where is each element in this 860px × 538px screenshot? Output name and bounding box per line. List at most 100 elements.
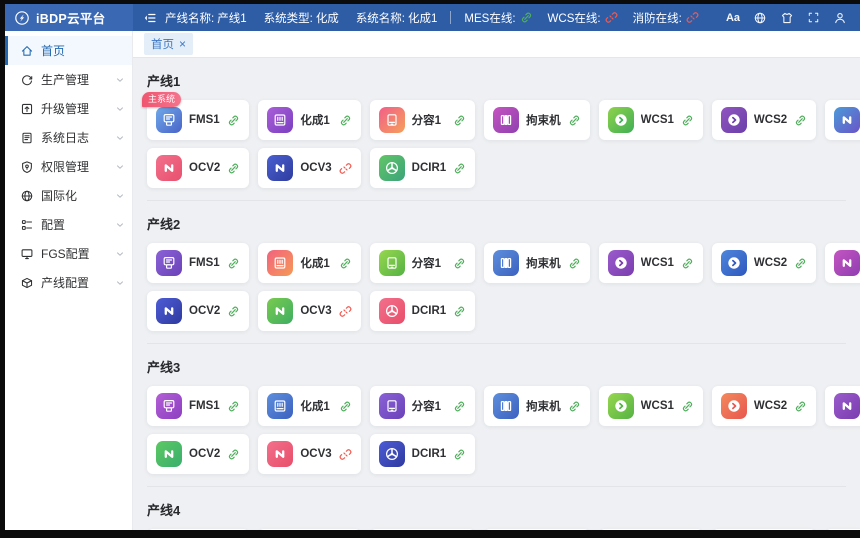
link-online-icon[interactable] [227, 400, 240, 413]
device-card[interactable]: WCS2 [712, 529, 816, 530]
link-online-icon[interactable] [681, 257, 694, 270]
main-system-badge: 主系统 [142, 92, 181, 107]
sidebar-item-production[interactable]: 生产管理 [5, 65, 132, 94]
link-online-icon[interactable] [453, 305, 466, 318]
ocv-icon [834, 393, 860, 419]
link-broken-icon[interactable] [339, 162, 352, 175]
device-card[interactable]: OCV2 [147, 148, 249, 188]
link-online-icon[interactable] [681, 114, 694, 127]
link-online-icon[interactable] [568, 257, 581, 270]
user-icon[interactable] [833, 11, 847, 25]
device-card[interactable]: DCIR1 [370, 148, 476, 188]
link-online-icon[interactable] [227, 257, 240, 270]
device-card[interactable]: 拘束机 [484, 529, 590, 530]
device-card[interactable]: OCV3 [258, 291, 360, 331]
link-online-icon[interactable] [794, 114, 807, 127]
link-online-icon[interactable] [568, 400, 581, 413]
link-online-icon[interactable] [568, 114, 581, 127]
link-online-icon[interactable] [227, 114, 240, 127]
sidebar-item-fgs-config[interactable]: FGS配置 [5, 239, 132, 268]
link-online-icon[interactable] [227, 162, 240, 175]
globe-icon [20, 189, 34, 203]
header-status-item: WCS在线: [548, 10, 618, 26]
device-card[interactable]: 拘束机 [484, 243, 590, 283]
device-card[interactable]: 化成1 [258, 529, 360, 530]
device-card[interactable]: FMS1 [147, 386, 249, 426]
link-online-icon[interactable] [794, 400, 807, 413]
tab-home[interactable]: 首页 × [144, 33, 193, 55]
sidebar-item-i18n[interactable]: 国际化 [5, 181, 132, 210]
sidebar-item-upgrade[interactable]: 升级管理 [5, 94, 132, 123]
wcs-icon [721, 393, 747, 419]
link-broken-icon[interactable] [339, 305, 352, 318]
device-card[interactable]: WCS2 [712, 243, 816, 283]
device-name: WCS2 [754, 400, 787, 412]
ocv-icon [267, 155, 293, 181]
link-online-icon[interactable] [453, 448, 466, 461]
link-online-icon[interactable] [794, 257, 807, 270]
card-grid: FMS1 化成1 分容1 拘束机 [147, 386, 846, 474]
device-card[interactable]: OCV1 [825, 529, 860, 530]
sidebar-item-home[interactable]: 首页 [5, 36, 132, 65]
card-grid: FMS1 化成1 分容1 拘束机 [147, 243, 846, 331]
fms-machine-icon [156, 107, 182, 133]
link-online-icon[interactable] [681, 400, 694, 413]
link-online-icon[interactable] [453, 162, 466, 175]
fullscreen-icon[interactable] [807, 11, 820, 24]
device-card[interactable]: OCV3 [258, 434, 360, 474]
device-card[interactable]: WCS1 [599, 243, 703, 283]
link-online-icon[interactable] [339, 114, 352, 127]
device-card[interactable]: OCV2 [147, 434, 249, 474]
device-card[interactable]: 分容1 [370, 529, 476, 530]
device-card[interactable]: WCS1 [599, 386, 703, 426]
tab-close-icon[interactable]: × [179, 38, 186, 50]
link-online-icon[interactable] [339, 400, 352, 413]
font-size-icon[interactable]: Aa [726, 12, 740, 24]
device-card[interactable]: OCV3 [258, 148, 360, 188]
device-card[interactable]: 化成1 [258, 386, 360, 426]
sidebar-collapse-icon[interactable] [143, 11, 157, 25]
device-card[interactable]: OCV1 [825, 243, 860, 283]
sidebar-item-permissions[interactable]: 权限管理 [5, 152, 132, 181]
device-card[interactable]: WCS1 [599, 100, 703, 140]
link-online-icon[interactable] [453, 257, 466, 270]
device-card[interactable]: 化成1 [258, 100, 360, 140]
link-online-icon[interactable] [339, 257, 352, 270]
sidebar-item-line-config[interactable]: 产线配置 [5, 268, 132, 297]
sidebar-item-config[interactable]: 配置 [5, 210, 132, 239]
grading-machine-icon [379, 393, 405, 419]
device-name: OCV3 [300, 448, 331, 460]
device-name: OCV3 [300, 162, 331, 174]
device-card[interactable]: OCV2 [147, 291, 249, 331]
sidebar-item-logs[interactable]: 系统日志 [5, 123, 132, 152]
device-card[interactable]: 拘束机 [484, 386, 590, 426]
chevron-down-icon [115, 104, 125, 114]
device-card[interactable]: OCV1 [825, 100, 860, 140]
device-card[interactable]: 分容1 [370, 100, 476, 140]
device-card[interactable]: WCS1 [599, 529, 703, 530]
device-card[interactable]: FMS1 [147, 243, 249, 283]
device-name: WCS1 [641, 114, 674, 126]
link-broken-icon[interactable] [339, 448, 352, 461]
device-name: FMS1 [189, 257, 220, 269]
device-name: 分容1 [412, 255, 447, 271]
header-divider [450, 11, 451, 24]
device-card[interactable]: DCIR1 [370, 434, 476, 474]
link-online-icon[interactable] [453, 400, 466, 413]
wcs-icon [608, 393, 634, 419]
link-online-icon[interactable] [227, 448, 240, 461]
device-card[interactable]: FMS1 [147, 529, 249, 530]
link-online-icon[interactable] [453, 114, 466, 127]
device-card[interactable]: DCIR1 [370, 291, 476, 331]
device-card[interactable]: 分容1 [370, 243, 476, 283]
device-card[interactable]: 化成1 [258, 243, 360, 283]
device-card[interactable]: 主系统 FMS1 [147, 100, 249, 140]
link-online-icon[interactable] [227, 305, 240, 318]
device-card[interactable]: 拘束机 [484, 100, 590, 140]
device-card[interactable]: 分容1 [370, 386, 476, 426]
device-card[interactable]: WCS2 [712, 100, 816, 140]
language-globe-icon[interactable] [753, 11, 767, 25]
device-card[interactable]: OCV1 [825, 386, 860, 426]
theme-icon[interactable] [780, 11, 794, 25]
device-card[interactable]: WCS2 [712, 386, 816, 426]
